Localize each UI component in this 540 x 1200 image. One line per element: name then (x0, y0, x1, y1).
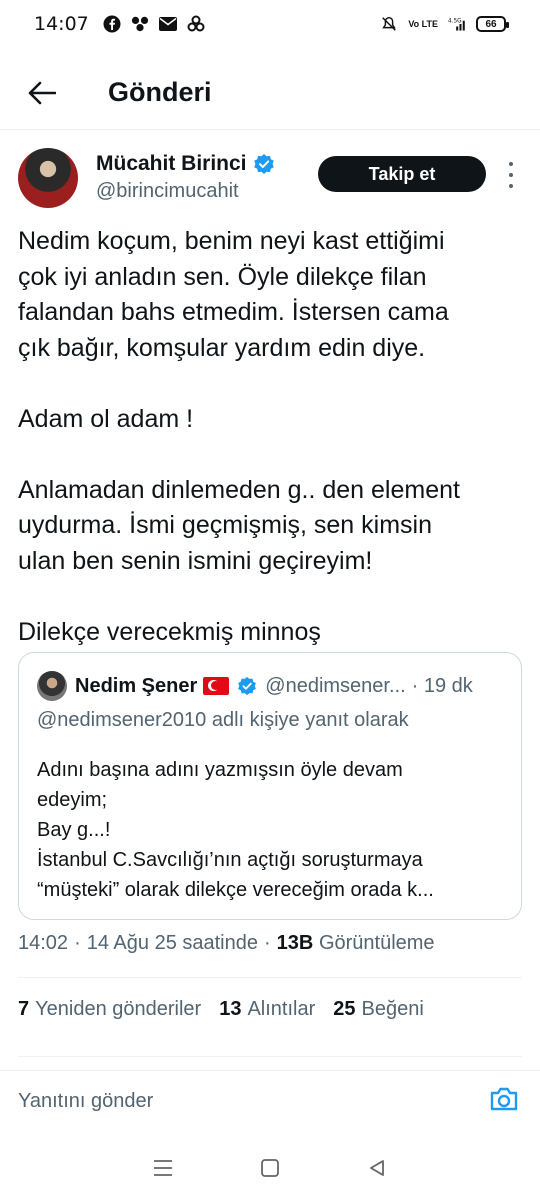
quoted-author-handle: @nedimsener... (265, 674, 406, 697)
author-name-line[interactable]: Mücahit Birinci (96, 152, 275, 176)
tweet-line: ulan ben senin ismini geçireyim! (18, 546, 373, 575)
facebook-icon (103, 15, 121, 33)
meta-separator: · (74, 932, 81, 954)
signal-icon: 4.5G (448, 15, 466, 33)
page-title: Gönderi (108, 77, 212, 107)
views-count: 13B (276, 932, 314, 954)
author-handle[interactable]: @birincimucahit (96, 180, 239, 203)
battery-icon: 66 (476, 16, 509, 32)
follow-button[interactable]: Takip et (318, 156, 486, 192)
quoted-author-avatar (37, 671, 67, 701)
likes-count: 25 (333, 998, 356, 1020)
divider (18, 977, 522, 978)
recent-apps-button[interactable] (143, 1148, 183, 1188)
page-header: Gönderi (0, 56, 540, 130)
quoted-line: Adını başına adını yazmışsın öyle devam (37, 759, 403, 781)
author-name[interactable]: Mücahit Birinci (96, 152, 247, 176)
views-label: Görüntüleme (318, 932, 435, 954)
app-icon (187, 15, 205, 33)
engagement-stats: 7 Yeniden gönderiler 13 Alıntılar 25 Beğ… (18, 998, 442, 1021)
author-avatar[interactable] (18, 148, 78, 208)
verified-badge-icon (238, 676, 257, 696)
tweet-line: Anlamadan dinlemeden g.. den element (18, 475, 460, 504)
reposts-count: 7 (18, 998, 30, 1020)
volte-label: Vo LTE (408, 18, 438, 29)
camera-icon (490, 1087, 518, 1111)
divider (18, 1056, 522, 1057)
quoted-line: “müşteki” olarak dilekçe vereceğim orada… (37, 879, 434, 901)
quotes-label: Alıntılar (247, 998, 316, 1020)
tweet-meta: 14:02 · 14 Ağu 25 saatinde · 13B Görüntü… (18, 932, 435, 955)
arrow-left-icon (28, 81, 56, 104)
quoted-tweet-text: Adını başına adını yazmışsın öyle devam … (37, 755, 505, 905)
quoted-author-name: Nedim Şener (75, 674, 198, 697)
quoted-tweet[interactable]: Nedim Şener @nedimsener... · 19 dk @nedi… (18, 652, 522, 920)
tweet-line: çok iyi anladın sen. Öyle dilekçe filan (18, 262, 427, 291)
likes-label: Beğeni (361, 998, 424, 1020)
notification-icons (103, 15, 205, 33)
quoted-line: Bay g...! (37, 819, 111, 841)
tweet-line: çık bağır, komşular yardım edin diye. (18, 333, 426, 362)
back-nav-button[interactable] (357, 1148, 397, 1188)
status-bar: 14:07 Vo LTE 4.5G 66 (0, 0, 540, 48)
reposts-label: Yeniden gönderiler (35, 998, 202, 1020)
square-icon (261, 1159, 279, 1177)
bluesky-icon (131, 15, 149, 33)
home-button[interactable] (250, 1148, 290, 1188)
turkey-flag-icon (203, 677, 230, 695)
quotes-count: 13 (219, 998, 242, 1020)
tweet-line: uydurma. İsmi geçmişmiş, sen kimsin (18, 511, 432, 539)
tweet-line: Dilekçe verecekmiş minnoş (18, 617, 321, 646)
meta-separator: · (264, 932, 271, 954)
reposts-stat[interactable]: 7 Yeniden gönderiler (18, 998, 201, 1021)
reply-bar (0, 1070, 540, 1126)
tweet-date: 14 Ağu 25 saatinde (86, 932, 258, 954)
triangle-back-icon (369, 1160, 384, 1176)
tweet-line: Adam ol adam ! (18, 404, 194, 433)
back-button[interactable] (20, 71, 64, 115)
status-time: 14:07 (34, 13, 89, 35)
system-icons: Vo LTE 4.5G 66 (380, 15, 509, 33)
quoted-tweet-time: · 19 dk (411, 674, 473, 697)
tweet-line: Nedim koçum, benim neyi kast ettiğimi (18, 227, 445, 255)
author-row: Mücahit Birinci @birincimucahit Takip et (18, 148, 522, 214)
camera-button[interactable] (486, 1081, 522, 1117)
more-options-icon[interactable] (502, 162, 520, 188)
tweet-time: 14:02 (18, 932, 69, 954)
quoted-reply-context: @nedimsener2010 adlı kişiye yanıt olarak (37, 709, 409, 731)
tweet-line: falandan bahs etmedim. İstersen cama (18, 298, 449, 326)
quoted-tweet-header: Nedim Şener @nedimsener... · 19 dk (37, 671, 507, 701)
network-type-label: 4.5G (448, 18, 462, 24)
menu-icon (154, 1160, 173, 1176)
likes-stat[interactable]: 25 Beğeni (333, 998, 424, 1021)
mute-icon (380, 15, 398, 33)
system-nav-bar (0, 1140, 540, 1196)
quotes-stat[interactable]: 13 Alıntılar (219, 998, 315, 1021)
tweet-text: Nedim koçum, benim neyi kast ettiğimi ço… (18, 224, 524, 650)
quoted-line: İstanbul C.Savcılığı’nın açtığı soruştur… (37, 849, 423, 871)
quoted-line: edeyim; (37, 789, 108, 811)
verified-badge-icon (253, 154, 274, 174)
reply-input[interactable] (18, 1085, 458, 1117)
mail-icon (158, 15, 177, 33)
